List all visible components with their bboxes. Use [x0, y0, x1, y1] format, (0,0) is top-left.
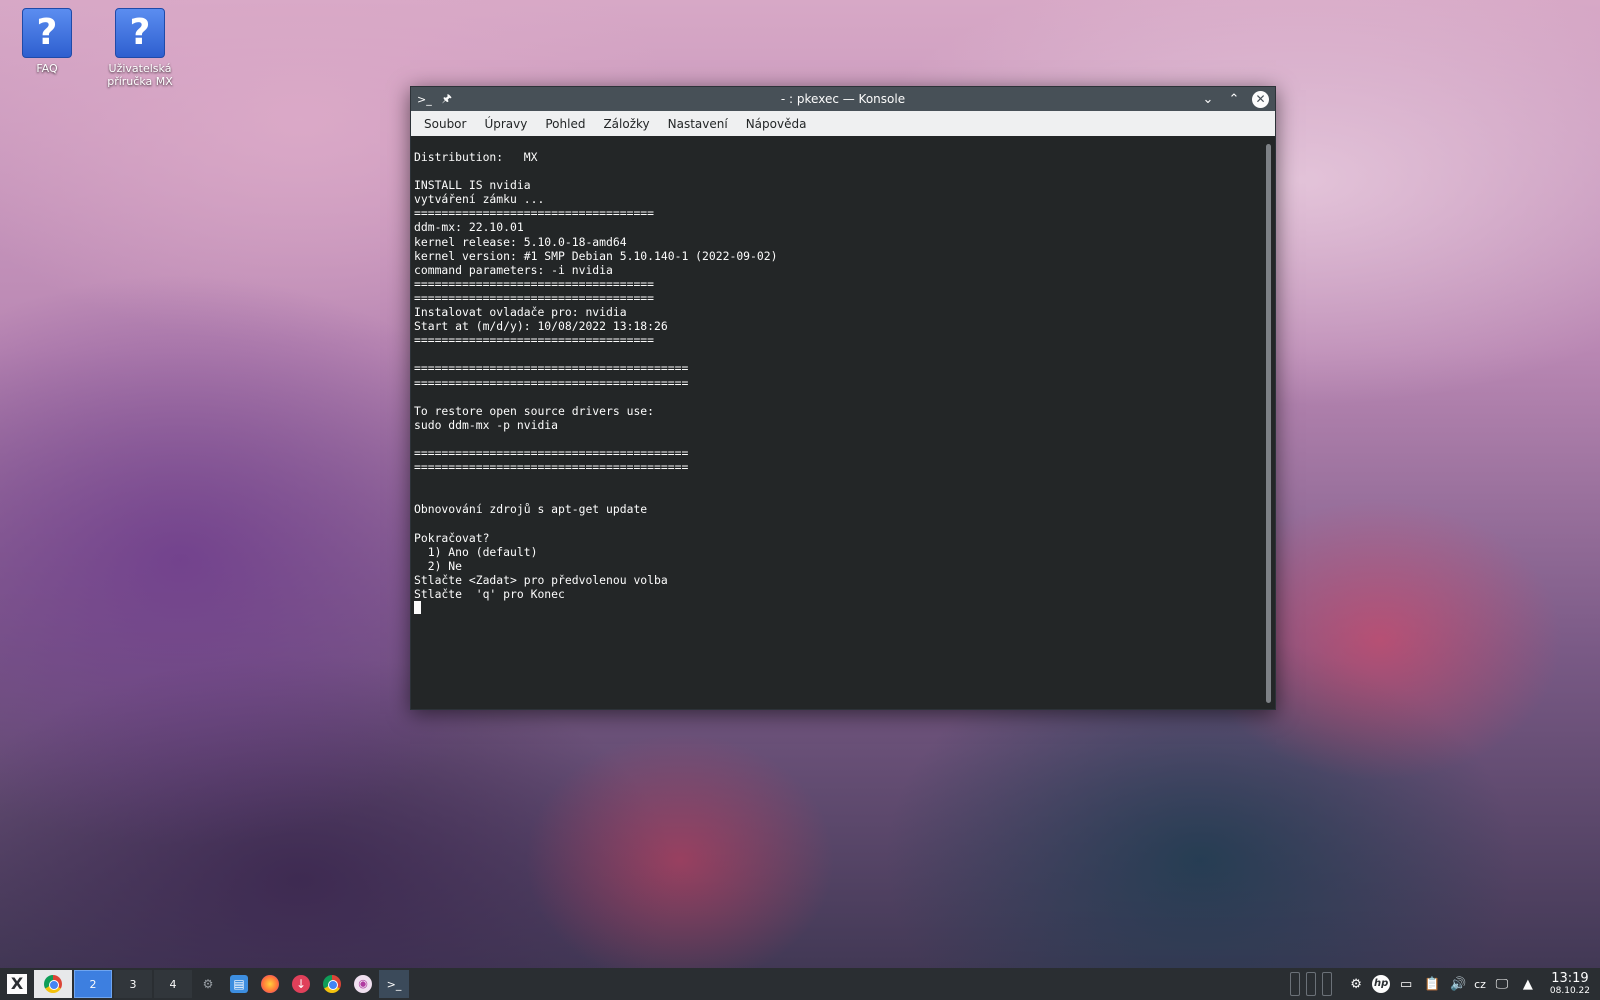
terminal-line: ========================================	[414, 445, 689, 460]
display-icon[interactable]: 🖵	[1492, 977, 1512, 992]
keyboard-layout[interactable]: cz	[1474, 978, 1486, 991]
close-icon[interactable]: ✕	[1252, 90, 1269, 108]
terminal-line: ===================================	[414, 290, 655, 305]
chrome-icon	[323, 975, 341, 993]
volume-icon[interactable]: 🔊	[1448, 977, 1468, 992]
terminal-line: kernel version: #1 SMP Debian 5.10.140-1…	[414, 248, 778, 263]
minimize-icon[interactable]: ⌄	[1200, 92, 1216, 107]
taskbar-chrome[interactable]	[317, 970, 347, 998]
taskbar-downloader[interactable]: ↓	[286, 970, 316, 998]
system-tray: ⚙ hp ▭ 📋 🔊 cz 🖵 ▲ 13:19 08.10.22	[1290, 970, 1600, 997]
terminal-line: Start at (m/d/y): 10/08/2022 13:18:26	[414, 319, 668, 334]
terminal-line: Distribution: MX	[414, 150, 538, 164]
terminal-line: ========================================	[414, 460, 689, 475]
menu-napoveda[interactable]: Nápověda	[737, 117, 816, 131]
taskbar-settings[interactable]: ⚙	[193, 970, 223, 998]
terminal-line: ===================================	[414, 276, 655, 291]
firefox-icon	[261, 975, 279, 993]
settings-icon: ⚙	[202, 977, 214, 991]
mini-pager[interactable]	[1322, 972, 1333, 996]
terminal-line: Stlačte <Zadat> pro předvolenou volba	[414, 572, 668, 587]
desktop-icon-faq[interactable]: ? FAQ	[2, 8, 92, 75]
window-title: - : pkexec — Konsole	[780, 92, 906, 106]
terminal-line: sudo ddm-mx -p nvidia	[414, 417, 559, 432]
terminal-line: 2) Ne	[414, 558, 463, 573]
taskbar-eye-app[interactable]: ◉	[348, 970, 378, 998]
taskbar: X 2 3 4 ⚙ ▤ ↓ ◉ >_ ⚙ hp ▭ 📋 🔊 cz 🖵 ▲ 13:…	[0, 968, 1600, 1000]
menu-nastaveni[interactable]: Nastavení	[659, 117, 737, 131]
desktop-icon-user-guide[interactable]: ? Uživatelská příručka MX	[95, 8, 185, 88]
desktop-icon-label: FAQ	[36, 62, 58, 75]
terminal-line: INSTALL IS nvidia	[414, 178, 531, 193]
window-titlebar[interactable]: >_ 🖈 - : pkexec — Konsole ⌄ ⌃ ✕	[411, 87, 1275, 111]
clipboard-icon[interactable]: 📋	[1422, 977, 1442, 992]
mx-logo-icon: X	[7, 974, 27, 994]
terminal-app-icon[interactable]: >_	[417, 93, 432, 106]
text-cursor	[414, 601, 421, 614]
terminal-line: Stlačte 'q' pro Konec	[414, 586, 565, 601]
desktop-pager-3[interactable]: 3	[114, 970, 152, 998]
pin-icon[interactable]: 🖈	[442, 90, 452, 109]
folder-icon: ▤	[230, 975, 248, 993]
taskbar-firefox[interactable]	[255, 970, 285, 998]
terminal-line: 1) Ano (default)	[414, 544, 538, 559]
konsole-window: >_ 🖈 - : pkexec — Konsole ⌄ ⌃ ✕ Soubor Ú…	[410, 86, 1276, 710]
taskbar-konsole[interactable]: >_	[379, 970, 409, 998]
terminal-line: Obnovování zdrojů s apt-get update	[414, 502, 648, 517]
menu-zalozky[interactable]: Záložky	[594, 117, 658, 131]
hp-icon[interactable]: hp	[1372, 975, 1391, 993]
help-icon: ?	[115, 8, 165, 58]
maximize-icon[interactable]: ⌃	[1226, 92, 1242, 107]
terminal-line: ========================================	[414, 361, 689, 376]
mini-pager[interactable]	[1290, 972, 1301, 996]
terminal-line: ddm-mx: 22.10.01	[414, 220, 524, 235]
terminal-line: kernel release: 5.10.0-18-amd64	[414, 234, 627, 249]
terminal-line: Instalovat ovladače pro: nvidia	[414, 305, 627, 320]
printer-icon[interactable]: ▭	[1396, 977, 1416, 992]
menu-soubor[interactable]: Soubor	[415, 117, 475, 131]
terminal-line: ===================================	[414, 333, 655, 348]
taskbar-file-manager[interactable]: ▤	[224, 970, 254, 998]
eye-icon: ◉	[354, 975, 372, 993]
desktop-pager-4[interactable]: 4	[154, 970, 192, 998]
start-menu-button[interactable]: X	[2, 970, 32, 998]
clock-time: 13:19	[1551, 970, 1589, 986]
clock[interactable]: 13:19 08.10.22	[1549, 970, 1590, 997]
terminal-icon: >_	[386, 977, 402, 991]
desktop-pager-2[interactable]: 2	[74, 970, 112, 998]
chrome-icon	[44, 975, 62, 993]
terminal-line: ========================================	[414, 375, 689, 390]
terminal-scrollbar[interactable]	[1263, 136, 1275, 709]
terminal-line: command parameters: -i nvidia	[414, 262, 613, 277]
terminal-line: To restore open source drivers use:	[414, 403, 655, 418]
taskbar-chrome-window[interactable]	[34, 970, 72, 998]
terminal-line: ===================================	[414, 206, 655, 221]
mini-pager[interactable]	[1306, 972, 1317, 996]
terminal-prompt-line	[414, 601, 1260, 615]
tray-expand-icon[interactable]: ▲	[1518, 977, 1538, 992]
network-settings-icon[interactable]: ⚙	[1346, 977, 1366, 992]
menu-upravy[interactable]: Úpravy	[475, 117, 536, 131]
menu-pohled[interactable]: Pohled	[536, 117, 594, 131]
terminal-output[interactable]: Distribution: MX INSTALL IS nvidia vytváře…	[411, 136, 1263, 709]
help-icon: ?	[22, 8, 72, 58]
clock-date: 08.10.22	[1549, 985, 1590, 996]
desktop-icon-label: Uživatelská příručka MX	[107, 62, 173, 88]
terminal-line: Pokračovat?	[414, 530, 490, 545]
terminal-line: vytváření zámku ...	[414, 192, 545, 207]
download-icon: ↓	[292, 975, 310, 993]
menu-bar: Soubor Úpravy Pohled Záložky Nastavení N…	[411, 111, 1275, 136]
scrollbar-thumb[interactable]	[1266, 144, 1271, 703]
